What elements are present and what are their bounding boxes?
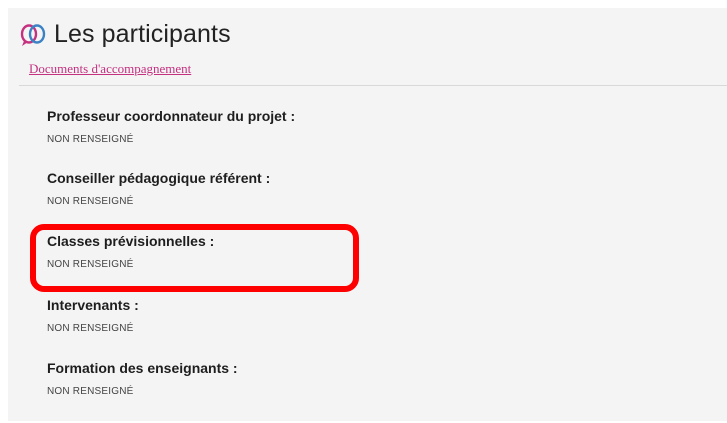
divider — [19, 85, 727, 86]
participants-panel: Les participants Documents d'accompagnem… — [8, 8, 727, 421]
documents-link[interactable]: Documents d'accompagnement — [29, 61, 191, 77]
field-label: Formation des enseignants : — [47, 360, 238, 376]
field-label: Intervenants : — [47, 297, 139, 313]
field-conseiller-pedagogique: Conseiller pédagogique référent : NON RE… — [47, 170, 270, 207]
page-title: Les participants — [54, 20, 231, 48]
field-label: Conseiller pédagogique référent : — [47, 170, 271, 186]
field-value: NON RENSEIGNÉ — [47, 134, 134, 145]
field-professeur-coordonnateur: Professeur coordonnateur du projet : NON… — [47, 108, 295, 145]
field-value: NON RENSEIGNÉ — [47, 196, 134, 207]
highlight-box — [30, 224, 359, 292]
field-label: Professeur coordonnateur du projet : — [47, 108, 296, 124]
field-formation-enseignants: Formation des enseignants : NON RENSEIGN… — [47, 360, 238, 397]
participants-logo-icon — [20, 23, 46, 46]
section-header: Les participants — [20, 20, 231, 49]
field-intervenants: Intervenants : NON RENSEIGNÉ — [47, 297, 139, 334]
field-value: NON RENSEIGNÉ — [47, 386, 134, 397]
field-value: NON RENSEIGNÉ — [47, 323, 134, 334]
